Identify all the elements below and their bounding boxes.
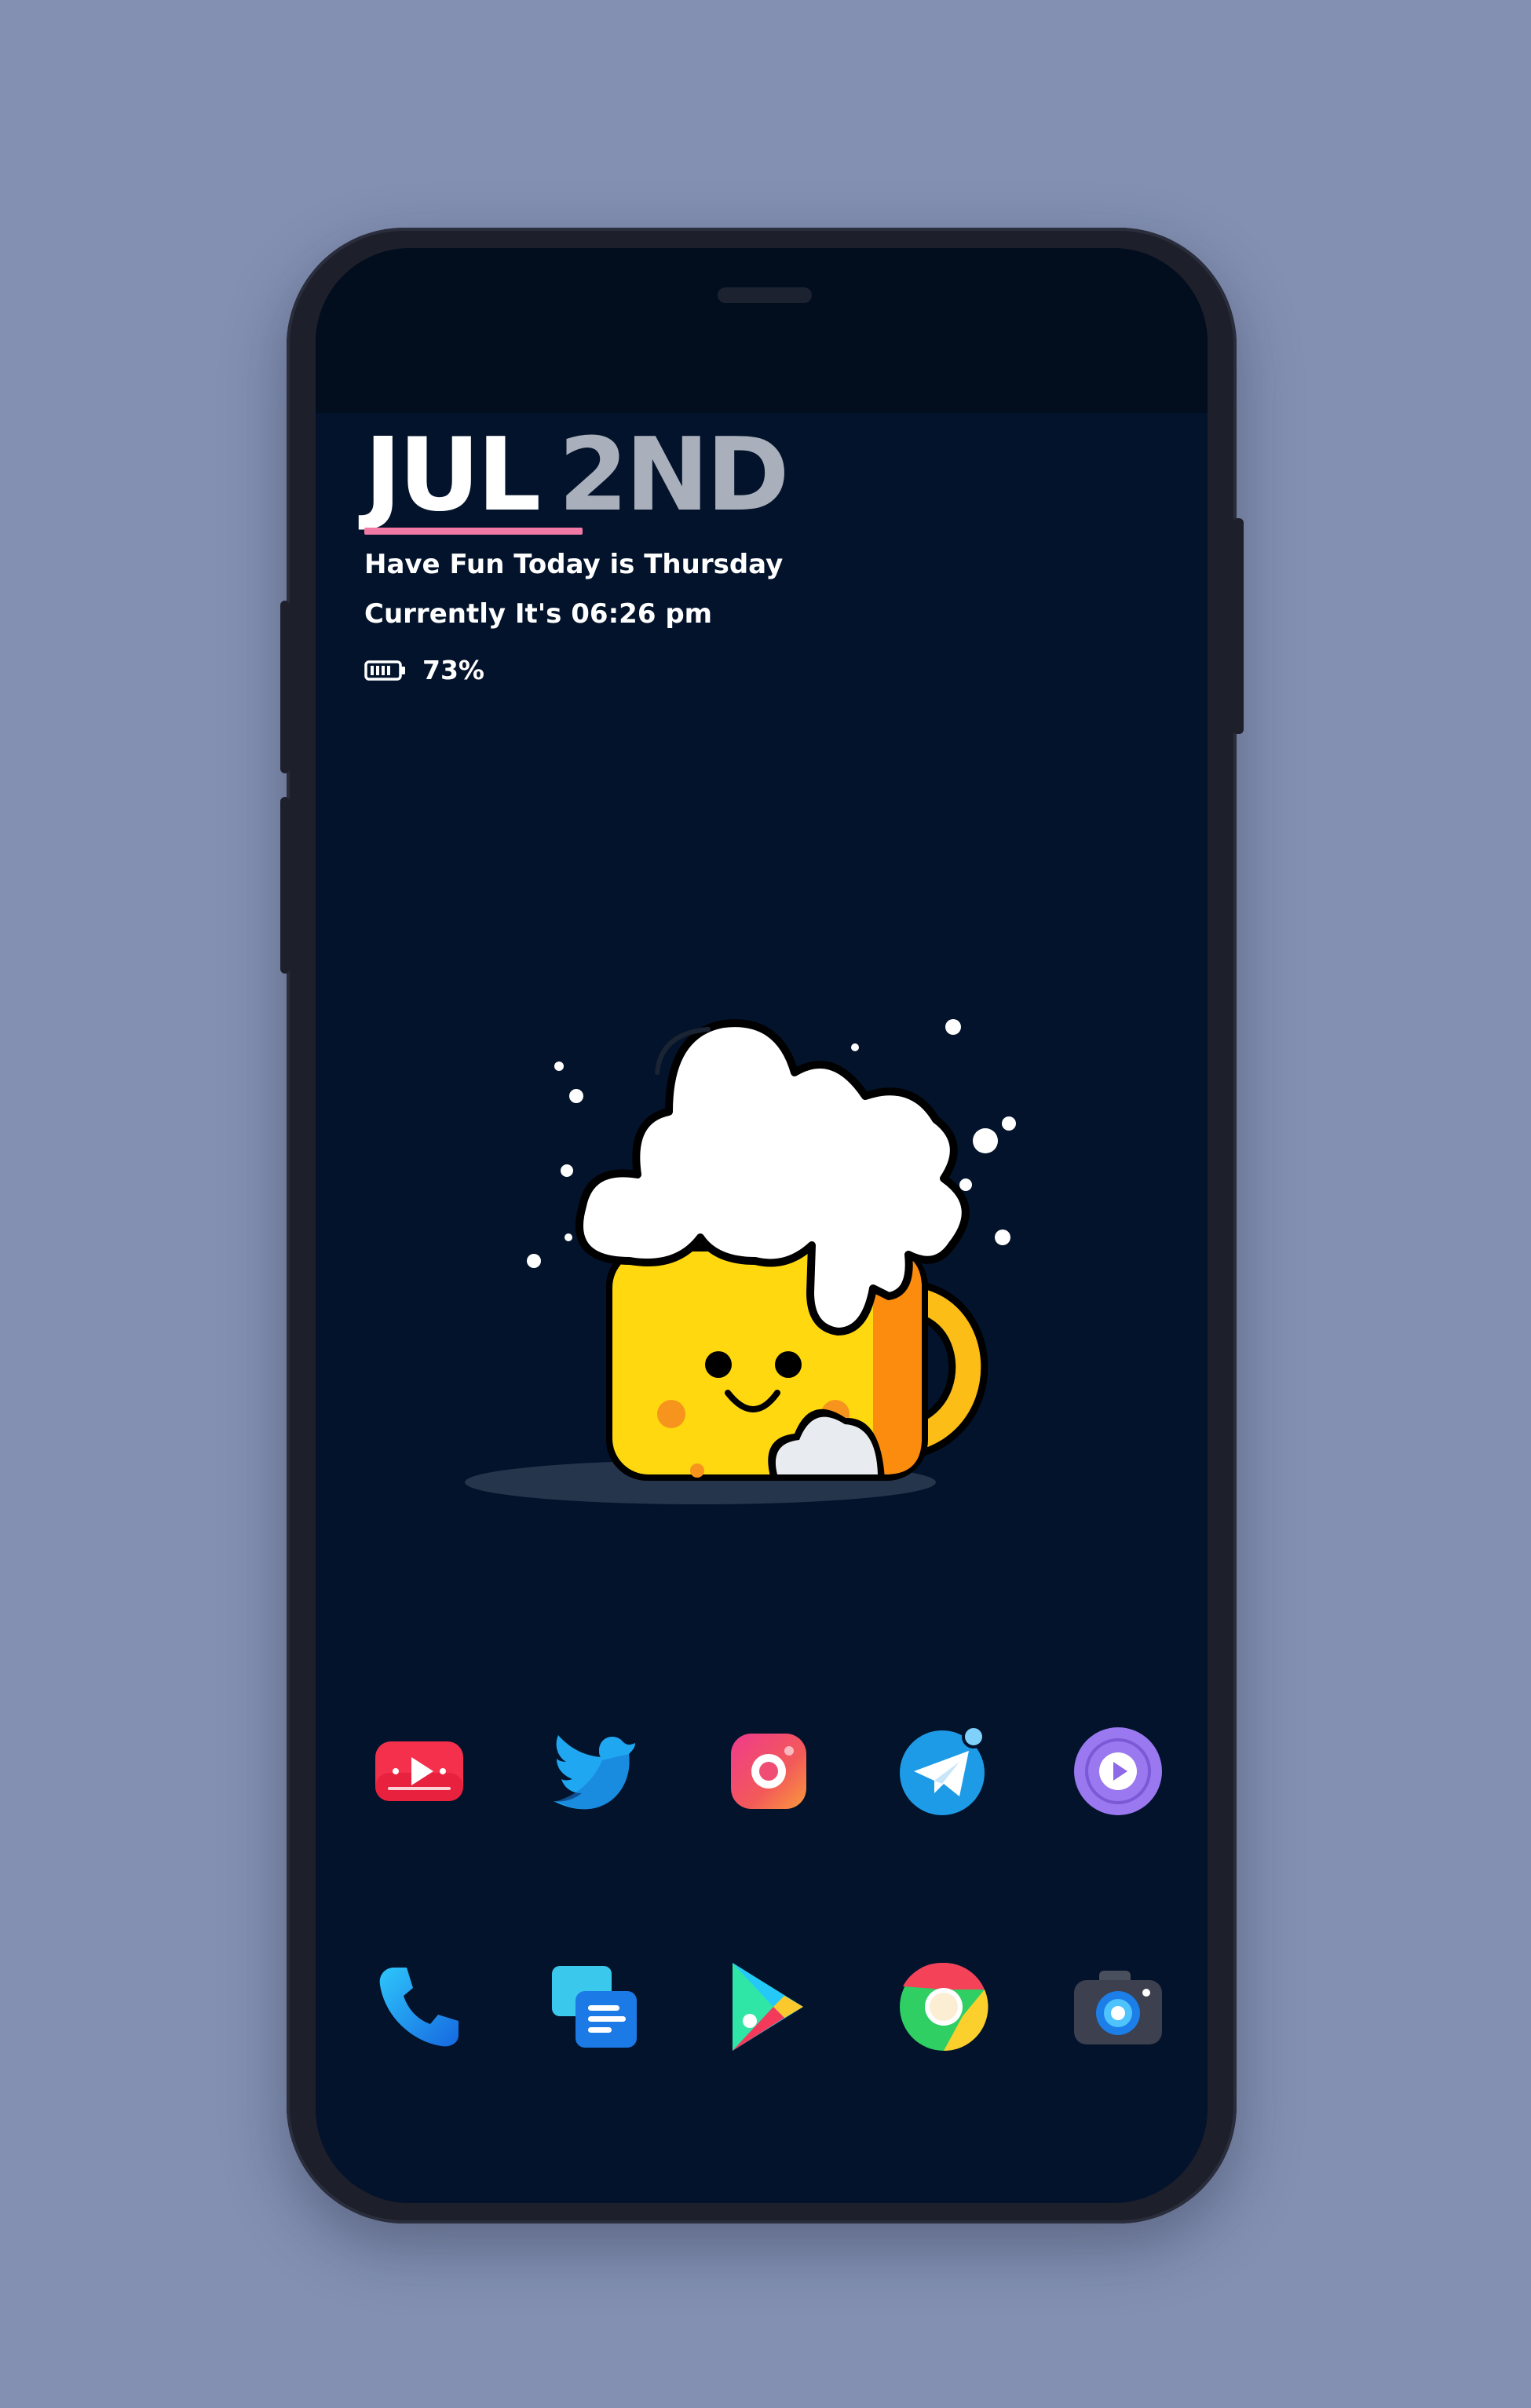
youtube-app[interactable] (364, 1716, 474, 1826)
camera-app[interactable] (1063, 1952, 1173, 2062)
phone-app[interactable] (364, 1952, 474, 2062)
volume-down-button[interactable] (280, 797, 290, 974)
play-store-app[interactable] (714, 1952, 824, 2062)
phone-icon (379, 1968, 459, 2047)
instagram-icon (731, 1734, 806, 1809)
status-area (316, 248, 1208, 413)
date-month: JUL (364, 417, 541, 534)
twitter-icon (553, 1735, 635, 1810)
app-row-2 (364, 1952, 1173, 2062)
play-store-icon (733, 1963, 803, 2051)
video-player-app[interactable] (1063, 1716, 1173, 1826)
camera-icon (1074, 1971, 1162, 2044)
video-player-icon (1074, 1727, 1162, 1815)
messages-app[interactable] (539, 1952, 649, 2062)
telegram-app[interactable] (889, 1716, 999, 1826)
battery-percent: 73% (422, 655, 484, 685)
date-underline (364, 528, 583, 535)
messages-icon (551, 1966, 637, 2048)
date-widget[interactable]: JUL 2ND (364, 417, 790, 534)
youtube-icon (375, 1741, 463, 1801)
date-day: 2ND (558, 417, 789, 534)
beer-mug-illustration (465, 1019, 1016, 1504)
telegram-icon (899, 1725, 985, 1815)
chrome-app[interactable] (889, 1952, 999, 2062)
home-screen: JUL 2ND Have Fun Today is Thursday Curre… (316, 248, 1208, 2203)
twitter-app[interactable] (539, 1716, 649, 1826)
instagram-app[interactable] (714, 1716, 824, 1826)
volume-up-button[interactable] (280, 601, 290, 773)
chrome-icon (899, 1962, 988, 2052)
power-button[interactable] (1233, 518, 1244, 734)
greeting-text: Have Fun Today is Thursday (364, 549, 784, 580)
app-row-1 (364, 1716, 1173, 1826)
battery-icon (364, 660, 405, 681)
battery-widget: 73% (364, 655, 484, 685)
earpiece-speaker (718, 287, 812, 303)
time-text: Currently It's 06:26 pm (364, 598, 713, 630)
